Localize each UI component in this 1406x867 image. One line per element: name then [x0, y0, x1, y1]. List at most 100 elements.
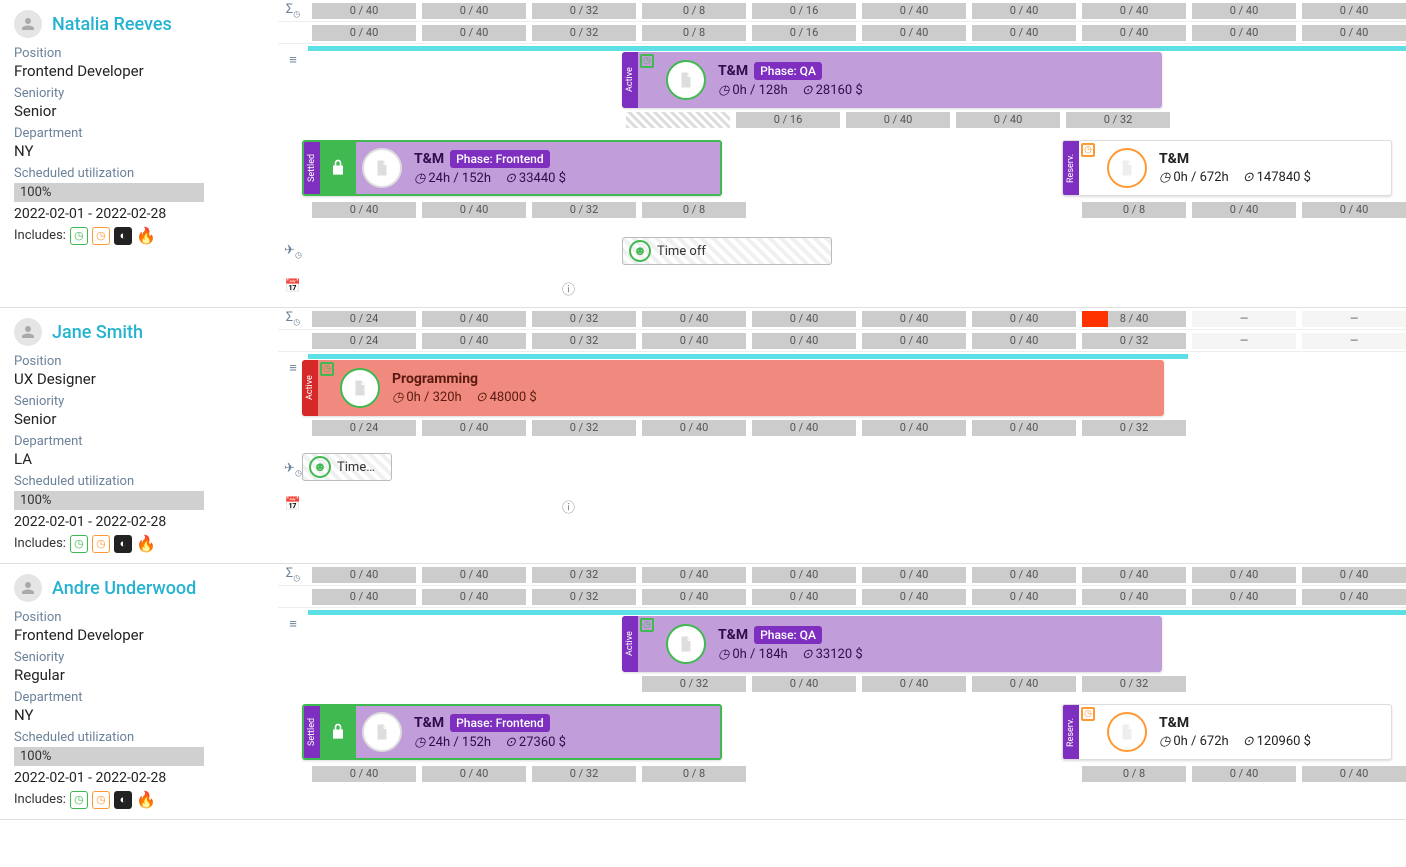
track-cell: 0 / 32: [532, 202, 636, 218]
filter-icon[interactable]: ≡: [278, 44, 308, 68]
includes-label: Includes:: [14, 792, 66, 807]
sum-cell: 0 / 40: [642, 333, 746, 349]
label-utilization: Scheduled utilization: [14, 474, 264, 489]
track-cell: 0 / 40: [862, 676, 966, 692]
hatch-cell: [626, 112, 730, 128]
lock-icon: [320, 706, 356, 758]
person-row: Jane Smith Position UX Designer Seniorit…: [0, 308, 1406, 564]
calendar-icon[interactable]: 📅: [278, 489, 308, 512]
date-range: 2022-02-01 - 2022-02-28: [14, 514, 264, 530]
value-department: LA: [14, 450, 264, 468]
sum-cell: —: [1192, 311, 1296, 327]
sum-cell: 0 / 40: [1302, 567, 1406, 583]
clock-icon: ◷: [718, 647, 729, 662]
hours-stat: ◷0h / 320h: [392, 390, 462, 405]
phase-chip: Phase: QA: [754, 626, 822, 644]
sum-cell: 0 / 40: [972, 311, 1076, 327]
includes-row: Includes: ◷ ◷ ◐ 🔥: [14, 226, 264, 245]
includes-label: Includes:: [14, 228, 66, 243]
clock-orange-icon: ◷: [92, 227, 110, 245]
sum-cell: 0 / 40: [862, 311, 966, 327]
person-name[interactable]: Natalia Reeves: [52, 14, 172, 35]
status-tab-active: Active: [622, 616, 638, 672]
calendar-icon[interactable]: 📅: [278, 271, 308, 294]
sum-cell: 0 / 40: [862, 333, 966, 349]
value-department: NY: [14, 706, 264, 724]
value-seniority: Regular: [14, 666, 264, 684]
track-cell: 0 / 40: [752, 676, 856, 692]
assignment-bar-qa[interactable]: Active ◷ T&MPhase: QA ◷0h / 184h⊙33120 $: [622, 616, 1162, 672]
sum-cell: 0 / 40: [1082, 589, 1186, 605]
assignment-bar-reserve[interactable]: Reserv. ◷ T&M ◷0h / 672h⊙120960 $: [1062, 704, 1392, 760]
track-cell: 0 / 40: [1192, 766, 1296, 782]
info-icon[interactable]: ⓘ: [562, 489, 1406, 516]
sum-cell: 0 / 40: [312, 3, 416, 19]
clock-icon: ◷: [392, 390, 403, 405]
sum-cell: 0 / 8: [642, 3, 746, 19]
moon-icon: ◐: [114, 791, 132, 809]
assignment-bar-programming[interactable]: Active ◷ Programming ◷0h / 320h⊙48000 $: [302, 360, 1164, 416]
label-department: Department: [14, 434, 264, 449]
person-sidebar: Natalia Reeves Position Frontend Develop…: [0, 0, 278, 307]
filter-icon[interactable]: ≡: [278, 608, 308, 632]
sum-cell: 0 / 40: [1302, 25, 1406, 41]
bar-title: T&M: [414, 715, 444, 731]
person-name[interactable]: Jane Smith: [52, 322, 143, 343]
cost-stat: ⊙48000 $: [476, 390, 537, 405]
track-cell: 0 / 32: [1082, 676, 1186, 692]
track-cell: 0 / 40: [312, 202, 416, 218]
sum-cell: 0 / 40: [422, 589, 526, 605]
sum-cell: 0 / 40: [1192, 589, 1296, 605]
timeoff-bar[interactable]: ☻ Time…: [302, 453, 392, 481]
plane-icon[interactable]: ✈◷: [278, 235, 308, 260]
track-cell: 0 / 8: [642, 202, 746, 218]
clock-orange-icon: ◷: [1081, 707, 1095, 721]
person-icon: ☻: [309, 456, 331, 478]
document-icon: [362, 712, 402, 752]
cost-stat: ⊙28160 $: [802, 83, 863, 98]
document-icon: [1107, 712, 1147, 752]
sum-cell: 0 / 40: [312, 589, 416, 605]
clock-orange-icon: ◷: [1081, 143, 1095, 157]
phase-chip: Phase: Frontend: [450, 150, 549, 168]
bar-title: T&M: [718, 627, 748, 643]
person-name[interactable]: Andre Underwood: [52, 578, 196, 599]
clock-green-icon: ◷: [70, 535, 88, 553]
sum-cell: 0 / 40: [862, 3, 966, 19]
bar-title: Programming: [392, 371, 478, 387]
assignment-bar-reserve[interactable]: Reserv. ◷ T&M ◷0h / 672h⊙147840 $: [1062, 140, 1392, 196]
currency-icon: ⊙: [1243, 170, 1254, 185]
clock-icon: ◷: [1159, 734, 1170, 749]
sum-cell: 0 / 32: [532, 311, 636, 327]
status-tab-active: Active: [622, 52, 638, 108]
assignment-bar-frontend[interactable]: Settled T&MPhase: Frontend ◷24h / 152h⊙3…: [302, 140, 722, 196]
timeoff-label: Time off: [657, 244, 706, 259]
sum-cell: 0 / 32: [532, 25, 636, 41]
person-sidebar: Andre Underwood Position Frontend Develo…: [0, 564, 278, 819]
track-cell: 0 / 8: [642, 766, 746, 782]
label-seniority: Seniority: [14, 86, 264, 101]
sum-cell: 0 / 40: [642, 567, 746, 583]
status-tab-reserv: Reserv.: [1063, 705, 1079, 759]
sum-cell: 0 / 40: [642, 311, 746, 327]
assignment-bar-qa[interactable]: Active ◷ T&MPhase: QA ◷0h / 128h⊙28160 $: [622, 52, 1162, 108]
timeoff-bar[interactable]: ☻ Time off: [622, 237, 832, 265]
sum-cell: 0 / 40: [862, 25, 966, 41]
sum-cell: 0 / 40: [1192, 3, 1296, 19]
assignment-bar-frontend[interactable]: Settled T&MPhase: Frontend ◷24h / 152h⊙2…: [302, 704, 722, 760]
track-cell: 0 / 40: [422, 766, 526, 782]
timeline: Σ◷ 0 / 40 0 / 40 0 / 32 0 / 40 0 / 40 0 …: [278, 564, 1406, 819]
status-tab-reserv: Reserv.: [1063, 141, 1079, 195]
sum-cell: 0 / 40: [1082, 25, 1186, 41]
clock-green-icon: ◷: [640, 54, 654, 68]
person-row: Andre Underwood Position Frontend Develo…: [0, 564, 1406, 820]
sum-cell: 0 / 32: [532, 3, 636, 19]
sum-cell: 0 / 40: [1192, 25, 1296, 41]
sum-cell: 0 / 40: [1302, 3, 1406, 19]
info-icon[interactable]: ⓘ: [562, 271, 1406, 298]
bar-title: T&M: [1159, 715, 1189, 731]
sum-cell: 0 / 16: [752, 25, 856, 41]
track-cell: 0 / 8: [1082, 766, 1186, 782]
sum-cell: 0 / 40: [972, 589, 1076, 605]
sum-cell: 0 / 40: [972, 3, 1076, 19]
